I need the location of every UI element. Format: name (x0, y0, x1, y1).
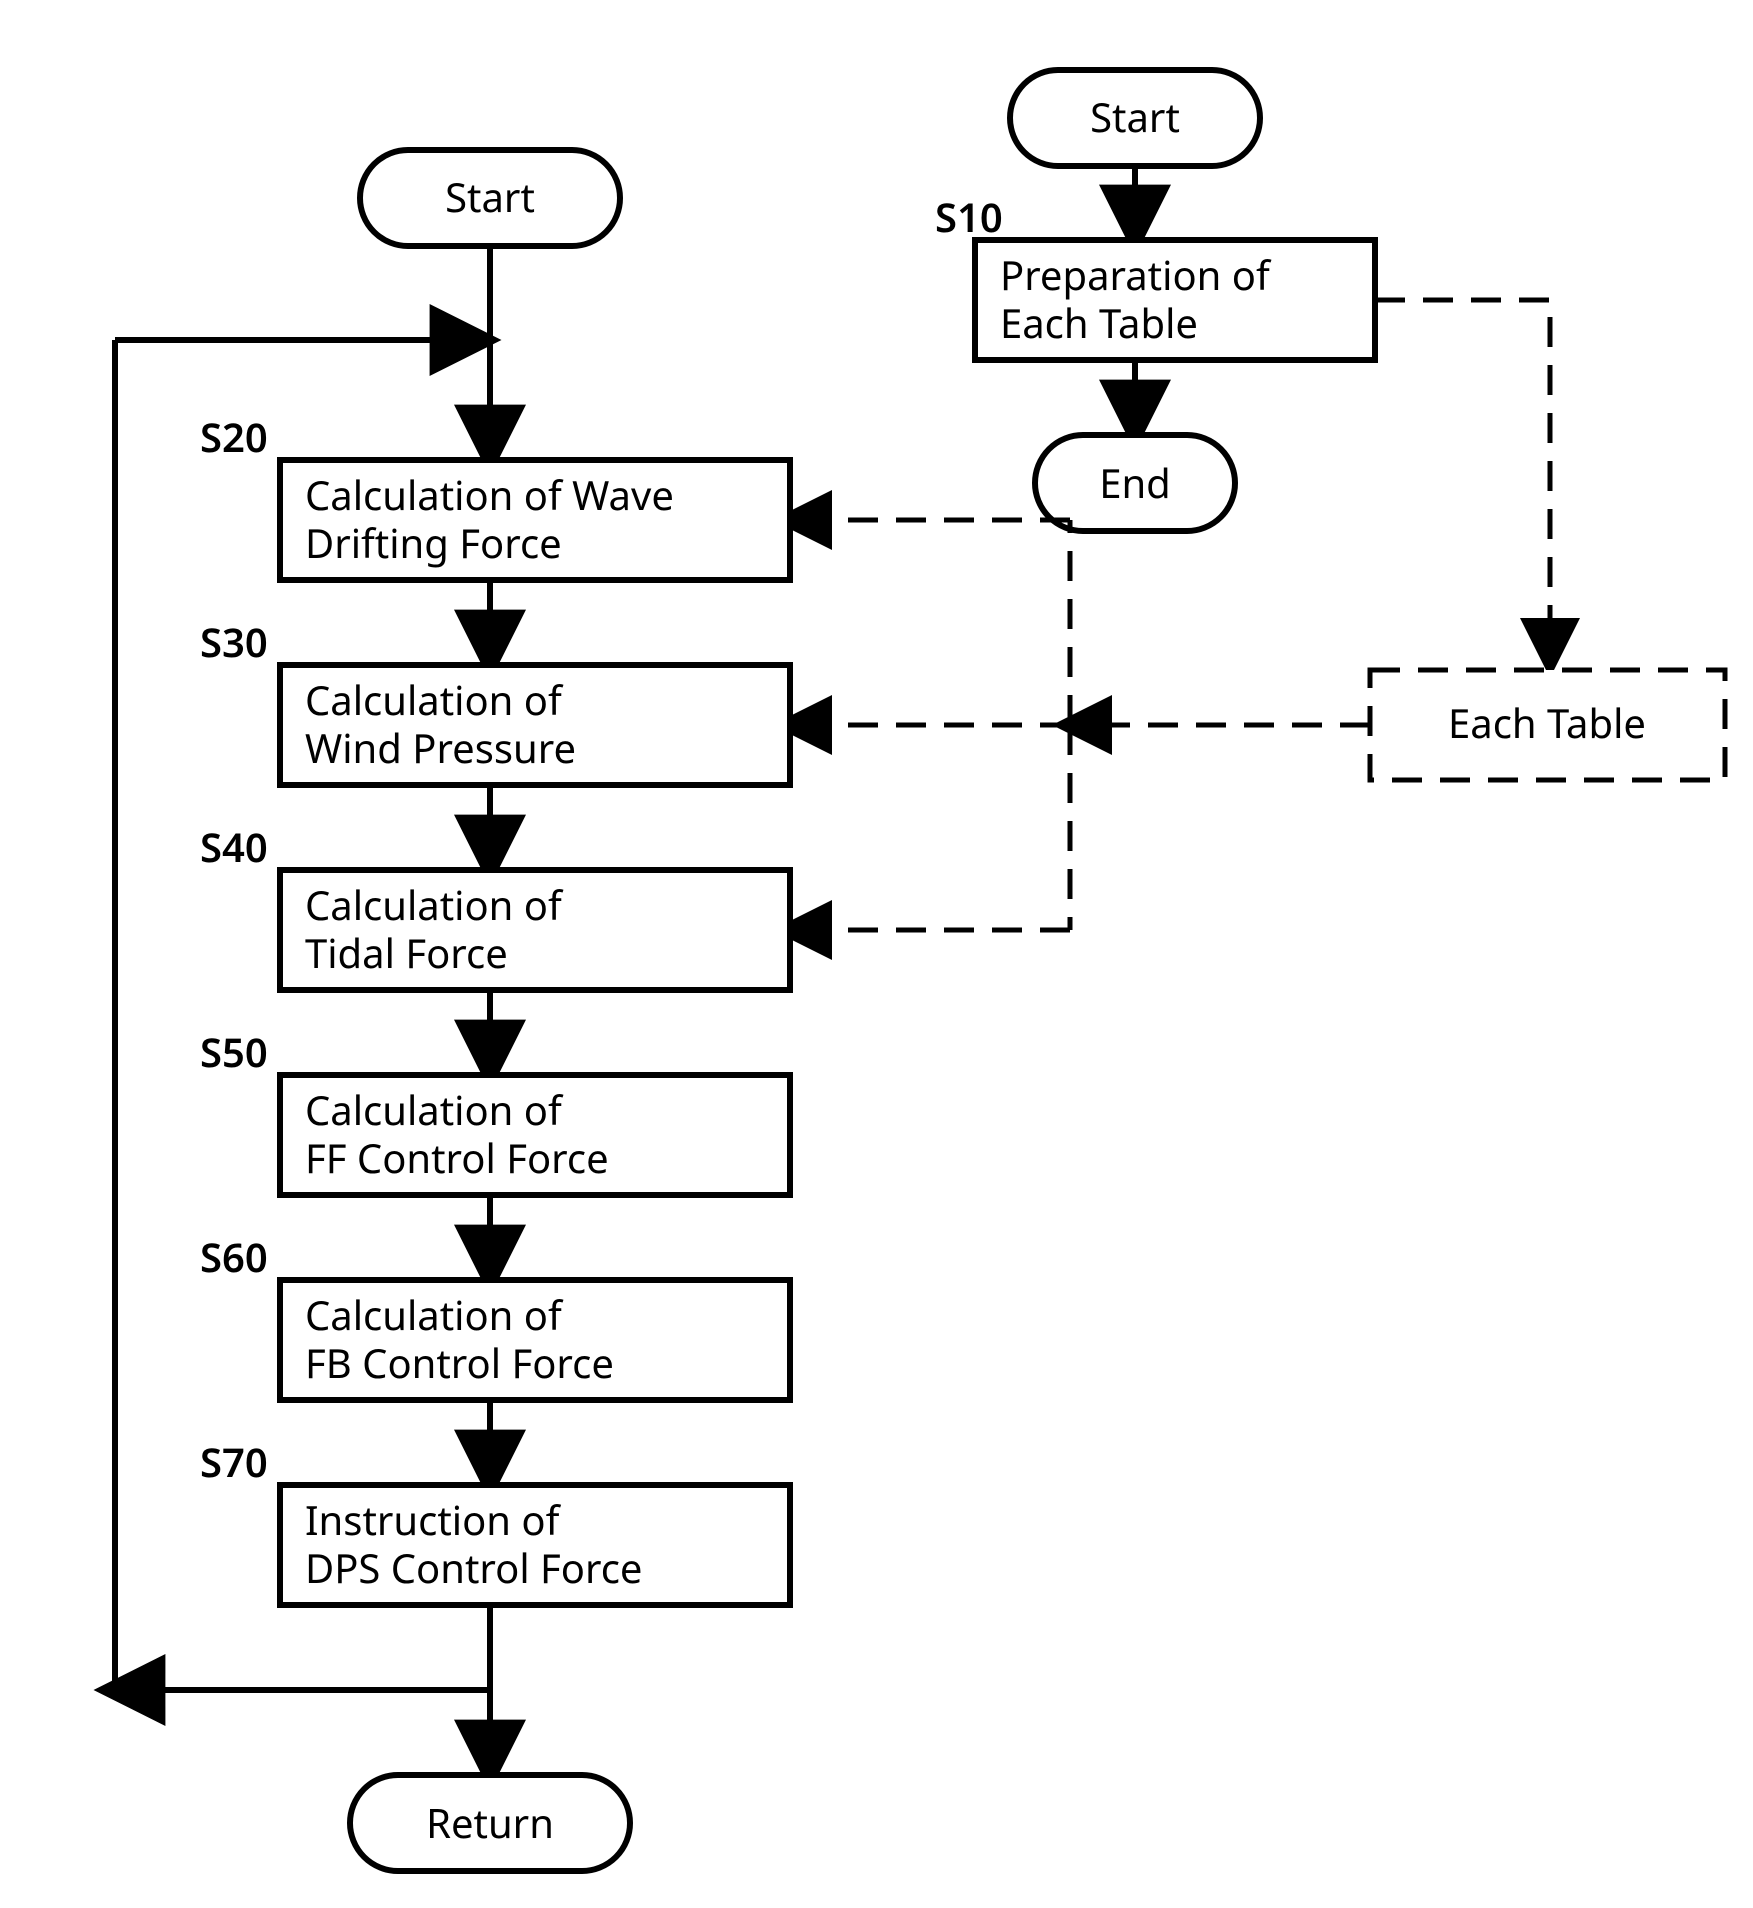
s50-id: S50 (200, 1024, 268, 1079)
s20-line2: Drifting Force (305, 515, 562, 570)
terminator-return: Return (350, 1775, 630, 1871)
s50-line1: Calculation of (305, 1082, 564, 1137)
return-label: Return (426, 1795, 554, 1850)
s40-line1: Calculation of (305, 877, 564, 932)
process-s30: S30 Calculation of Wind Pressure (200, 614, 790, 785)
dashed-s10-to-sidebox (1375, 300, 1550, 660)
s70-id: S70 (200, 1434, 268, 1489)
s60-line1: Calculation of (305, 1287, 564, 1342)
s20-id: S20 (200, 409, 268, 464)
process-s70: S70 Instruction of DPS Control Force (200, 1434, 790, 1605)
terminator-end-right: End (1035, 435, 1235, 531)
start-main-label: Start (445, 169, 535, 224)
s30-id: S30 (200, 614, 268, 669)
process-s20: S20 Calculation of Wave Drifting Force (200, 409, 790, 580)
s10-line2: Each Table (1000, 295, 1198, 350)
s70-line2: DPS Control Force (305, 1540, 642, 1595)
s30-line2: Wind Pressure (305, 720, 576, 775)
terminator-start-main: Start (360, 150, 620, 246)
side-box-each-table: Each Table (1370, 670, 1725, 780)
s60-id: S60 (200, 1229, 268, 1284)
s70-line1: Instruction of (305, 1492, 562, 1547)
s30-line1: Calculation of (305, 672, 564, 727)
process-s10: S10 Preparation of Each Table (935, 189, 1375, 360)
terminator-start-right: Start (1010, 70, 1260, 166)
s40-id: S40 (200, 819, 268, 874)
start-right-label: Start (1090, 89, 1180, 144)
end-right-label: End (1099, 455, 1171, 510)
process-s50: S50 Calculation of FF Control Force (200, 1024, 790, 1195)
s10-id: S10 (935, 189, 1003, 244)
process-s40: S40 Calculation of Tidal Force (200, 819, 790, 990)
s50-line2: FF Control Force (305, 1130, 609, 1185)
s20-line1: Calculation of Wave (305, 467, 674, 522)
process-s60: S60 Calculation of FB Control Force (200, 1229, 790, 1400)
s10-line1: Preparation of (1000, 247, 1272, 302)
s40-line2: Tidal Force (305, 925, 508, 980)
side-box-label: Each Table (1448, 695, 1646, 750)
s60-line2: FB Control Force (305, 1335, 614, 1390)
